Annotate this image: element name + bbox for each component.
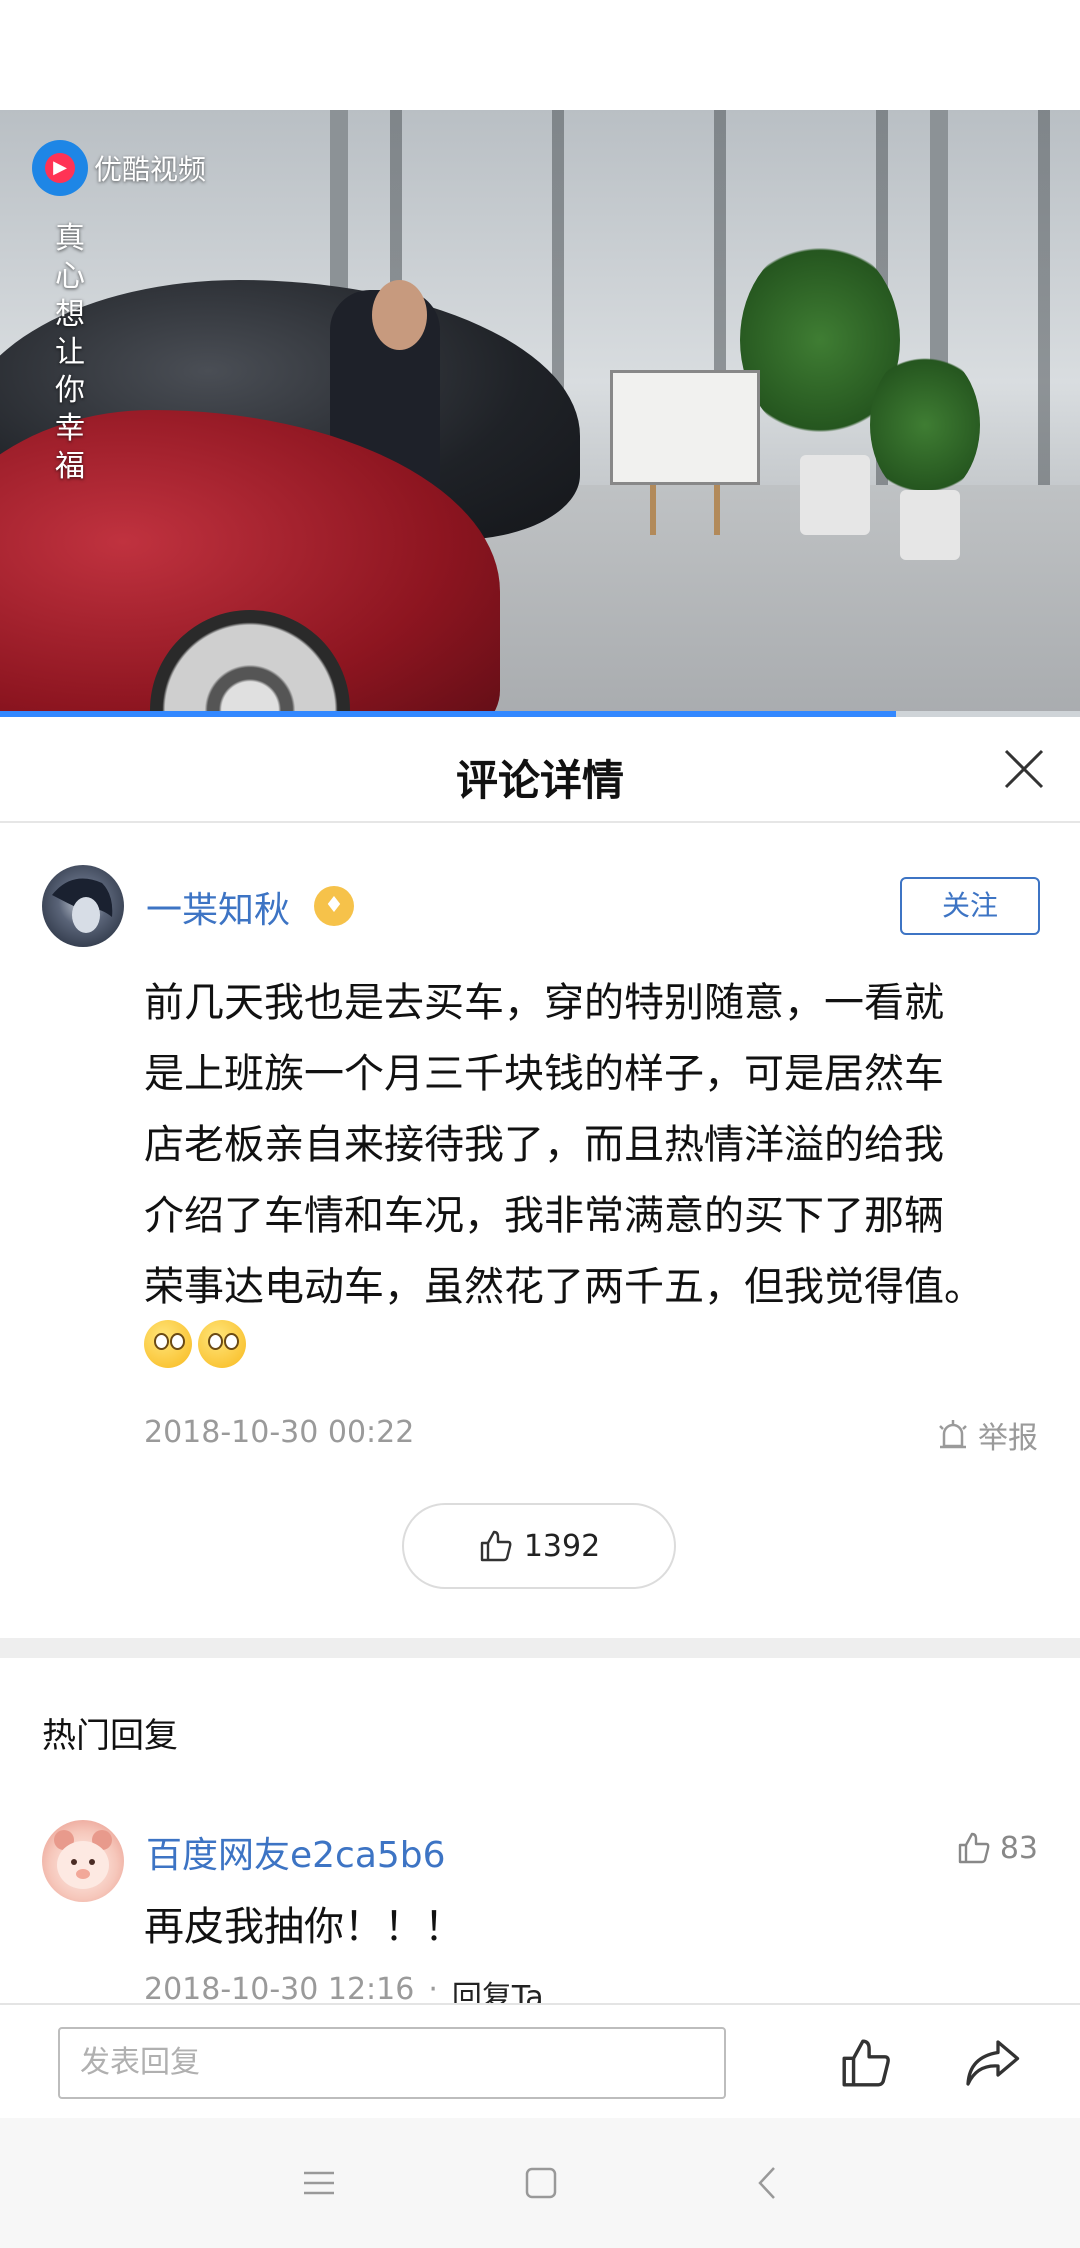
plant-pot <box>800 455 870 535</box>
logo-text: 优酷视频 <box>94 153 207 186</box>
main-comment: 一枼知秋 ♦ 关注 前几天我也是去买车，穿的特别随意，一看就 是上班族一个月三千… <box>0 823 1080 1638</box>
reply-like-button[interactable]: 83 <box>956 1830 1038 1866</box>
comment-line: 荣事达电动车，虽然花了两千五，但我觉得值。 <box>144 1264 984 1310</box>
comment-detail-header: 评论详情 <box>0 717 1080 823</box>
youku-logo-icon: ▶ <box>32 140 88 196</box>
like-count: 1392 <box>523 1528 601 1564</box>
avatar[interactable] <box>42 865 124 947</box>
follow-button[interactable]: 关注 <box>900 877 1040 935</box>
fire-badge-icon: ♦ <box>314 886 354 926</box>
easel-legs <box>650 485 720 535</box>
system-nav-bar <box>0 2118 1080 2248</box>
report-label: 举报 <box>978 1421 1038 1456</box>
comment-line: 前几天我也是去买车，穿的特别随意，一看就 <box>144 980 944 1026</box>
emoji-row <box>144 1320 246 1368</box>
plant <box>870 350 980 500</box>
share-button[interactable] <box>962 2035 1022 2091</box>
section-divider <box>0 1638 1080 1658</box>
menu-button[interactable] <box>296 2160 342 2206</box>
close-button[interactable] <box>1002 747 1046 791</box>
reply-username[interactable]: 百度网友e2ca5b6 <box>146 1826 446 1878</box>
comment-line: 是上班族一个月三千块钱的样子，可是居然车 <box>144 1051 944 1097</box>
status-bar <box>0 0 1080 110</box>
thumbs-up-icon <box>958 1832 990 1864</box>
reply-input[interactable]: 发表回复 <box>58 2027 726 2099</box>
hot-replies-title: 热门回复 <box>42 1716 178 1756</box>
avatar[interactable] <box>42 1820 124 1902</box>
video-player[interactable]: ▶ 优酷视频 真心想让你幸福 <box>0 110 1080 715</box>
chevron-left-icon <box>758 2167 775 2199</box>
comment-line: 介绍了车情和车况，我非常满意的买下了那辆 <box>144 1193 944 1239</box>
back-button[interactable] <box>746 2160 792 2206</box>
easel-board <box>610 370 760 485</box>
menu-icon <box>304 2171 334 2195</box>
man-head <box>372 280 427 350</box>
close-icon <box>1004 749 1044 789</box>
page-title: 评论详情 <box>455 756 624 805</box>
alarm-icon <box>939 1420 967 1449</box>
thumbs-up-icon <box>842 2039 890 2087</box>
youku-logo: ▶ 优酷视频 <box>32 140 206 196</box>
like-button[interactable]: 1392 <box>402 1503 676 1589</box>
list-item: 百度网友e2ca5b6 83 再皮我抽你！！！ 2018-10-30 12:16… <box>0 1810 1080 2015</box>
comment-username[interactable]: 一枼知秋 <box>146 881 290 933</box>
reply-text: 再皮我抽你！！！ <box>144 1904 464 1950</box>
square-home-icon <box>525 2167 557 2199</box>
home-button[interactable] <box>518 2160 564 2206</box>
comment-line: 店老板亲自来接待我了，而且热情洋溢的给我 <box>144 1122 944 1168</box>
video-caption: 真心想让你幸福 <box>55 221 85 484</box>
plant-pot <box>900 490 960 560</box>
share-icon <box>966 2040 1020 2086</box>
surprised-emoji-icon <box>198 1320 246 1368</box>
reply-like-count: 83 <box>999 1830 1038 1866</box>
comment-timestamp: 2018-10-30 00:22 <box>144 1415 415 1450</box>
comment-body: 前几天我也是去买车，穿的特别随意，一看就 是上班族一个月三千块钱的样子，可是居然… <box>144 968 1044 1323</box>
thumbs-up-icon <box>480 1530 512 1562</box>
report-button[interactable]: 举报 <box>936 1413 1038 1457</box>
surprised-emoji-icon <box>144 1320 192 1368</box>
bottom-like-button[interactable] <box>838 2035 894 2091</box>
compose-bar: 发表回复 <box>0 2003 1080 2118</box>
